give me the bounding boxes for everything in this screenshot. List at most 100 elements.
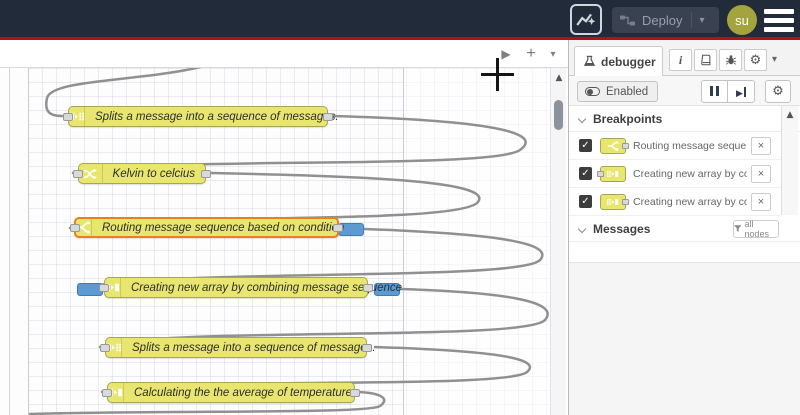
sidebar-collapse-dropdown-icon[interactable]: ▾ — [772, 54, 777, 65]
info-tab-button[interactable]: i — [669, 49, 692, 71]
messages-title: Messages — [593, 221, 651, 236]
breakpoint-checkbox[interactable]: ✓ — [579, 195, 592, 208]
config-tab-button[interactable]: ⚙ — [744, 49, 767, 71]
header-bar: Deploy ▾ su — [0, 0, 800, 40]
add-flow-button[interactable]: + — [521, 44, 541, 64]
node-label: Routing message sequence based on condit… — [102, 221, 345, 234]
breakpoints-title: Breakpoints — [593, 111, 663, 126]
debugger-step-controls: ▶ — [701, 80, 755, 103]
filter-label: all nodes — [744, 219, 769, 239]
bug-icon — [725, 55, 736, 65]
breakpoint-label: Routing message sequence based on condit… — [633, 140, 747, 152]
sidebar-tab-bar: debugger i ⚙ ▾ — [569, 40, 800, 76]
debugger-enabled-toggle[interactable]: Enabled — [577, 81, 659, 102]
remove-breakpoint-button[interactable]: × — [751, 193, 771, 211]
funnel-icon — [734, 225, 742, 232]
breakpoints-section-header[interactable]: Breakpoints — [569, 106, 800, 132]
deploy-dropdown-icon[interactable]: ▾ — [699, 15, 704, 26]
output-port[interactable] — [350, 389, 360, 397]
output-port[interactable] — [362, 344, 372, 352]
breakpoint-label: Creating new array by combining message … — [633, 196, 747, 208]
hamburger-bar — [764, 18, 794, 23]
editor-canvas-column: ▶ + ▾ Splits a message into a sequence o… — [0, 40, 568, 415]
gear-icon: ⚙ — [772, 84, 784, 99]
output-port-nub — [622, 143, 629, 149]
input-port[interactable] — [73, 170, 83, 178]
breakpoint-row: ✓ Routing message sequence based on cond… — [569, 132, 781, 160]
scroll-up-arrow-icon[interactable]: ▲ — [784, 110, 796, 120]
breakpoint-checkbox[interactable]: ✓ — [579, 167, 592, 180]
canvas-vertical-scrollbar[interactable]: ▲ — [550, 68, 566, 415]
node-change-kelvin[interactable]: Kelvin to celcius — [73, 163, 211, 184]
node-join-1[interactable]: Creating new array by combining message … — [99, 277, 402, 298]
step-button[interactable]: ▶ — [728, 80, 755, 103]
enabled-label: Enabled — [606, 85, 649, 98]
debugger-settings-button[interactable]: ⚙ — [765, 80, 791, 103]
hamburger-bar — [764, 27, 794, 32]
input-port[interactable] — [102, 389, 112, 397]
flow-list-dropdown-icon[interactable]: ▾ — [543, 44, 563, 64]
chevron-down-icon — [577, 114, 587, 123]
input-port[interactable] — [100, 344, 110, 352]
input-port[interactable] — [70, 224, 80, 232]
user-avatar[interactable]: su — [727, 5, 757, 35]
scroll-up-arrow-icon[interactable]: ▲ — [553, 73, 565, 83]
breakpoints-scrollbar[interactable]: ▲ — [781, 106, 798, 215]
tab-debugger[interactable]: debugger — [574, 46, 663, 76]
deploy-icon — [620, 15, 635, 25]
image-sparkle-icon — [576, 13, 596, 26]
join-node-mini-icon — [600, 194, 629, 210]
scrollbar-thumb[interactable] — [554, 100, 563, 130]
book-icon — [700, 54, 710, 66]
output-port[interactable] — [333, 224, 343, 232]
flask-icon — [583, 55, 596, 66]
pause-button[interactable] — [701, 80, 728, 103]
output-port-nub — [622, 199, 629, 205]
info-icon: i — [678, 52, 683, 67]
node-split-1[interactable]: Splits a message into a sequence of mess… — [63, 106, 339, 127]
pause-icon — [709, 83, 721, 101]
output-port[interactable] — [323, 113, 333, 121]
help-tab-button[interactable] — [694, 49, 717, 71]
hamburger-bar — [764, 9, 794, 14]
input-port[interactable] — [99, 284, 109, 292]
input-port-nub — [597, 171, 604, 177]
flow-workspace[interactable]: Splits a message into a sequence of mess… — [0, 68, 550, 415]
output-port[interactable] — [201, 170, 211, 178]
toggle-icon — [585, 87, 600, 96]
node-join-average[interactable]: Calculating the the average of temperatu… — [102, 382, 360, 403]
node-label: Calculating the the average of temperatu… — [134, 386, 352, 399]
join-node-mini-icon — [597, 166, 626, 182]
chevron-down-icon — [577, 224, 587, 233]
tab-debugger-label: debugger — [601, 54, 656, 69]
debugger-toolbar: Enabled ▶ ⚙ — [569, 76, 800, 106]
breakpoint-checkbox[interactable]: ✓ — [579, 139, 592, 152]
input-port[interactable] — [63, 113, 73, 121]
deploy-label: Deploy — [642, 12, 683, 28]
sidebar: debugger i ⚙ ▾ Enabled ▶ ⚙ Breakpoints ✓… — [568, 40, 800, 415]
node-label: Splits a message into a sequence of mess… — [95, 110, 339, 123]
messages-empty-area — [569, 262, 800, 415]
node-red-app: Deploy ▾ su ▶ + ▾ Splits a message into … — [0, 0, 800, 415]
step-icon: ▶ — [736, 83, 746, 101]
flow-tab-bar: ▶ + ▾ — [0, 40, 568, 68]
breakpoint-row: ✓ Creating new array by combining messag… — [569, 188, 781, 216]
output-port[interactable] — [363, 284, 373, 292]
remove-breakpoint-button[interactable]: × — [751, 137, 771, 155]
debugger-panel-body: Breakpoints ✓ Routing message sequence b… — [569, 106, 800, 415]
node-split-2[interactable]: Splits a message into a sequence of mess… — [100, 337, 376, 358]
switch-node-mini-icon — [600, 138, 629, 154]
export-image-button[interactable] — [570, 4, 602, 35]
scroll-tabs-button[interactable]: ▶ — [496, 44, 516, 64]
debug-tab-button[interactable] — [719, 49, 742, 71]
crosshair-cursor — [496, 58, 499, 91]
node-label: Kelvin to celcius — [112, 167, 195, 180]
node-label: Splits a message into a sequence of mess… — [132, 341, 376, 354]
messages-filter-button[interactable]: all nodes — [733, 219, 779, 239]
breakpoint-row: ✓ Creating new array by combining messag… — [569, 160, 781, 188]
deploy-divider — [691, 12, 693, 28]
node-switch-routing[interactable]: Routing message sequence based on condit… — [70, 217, 344, 238]
main-menu-button[interactable] — [764, 9, 794, 32]
deploy-button[interactable]: Deploy ▾ — [612, 7, 719, 33]
remove-breakpoint-button[interactable]: × — [751, 165, 771, 183]
